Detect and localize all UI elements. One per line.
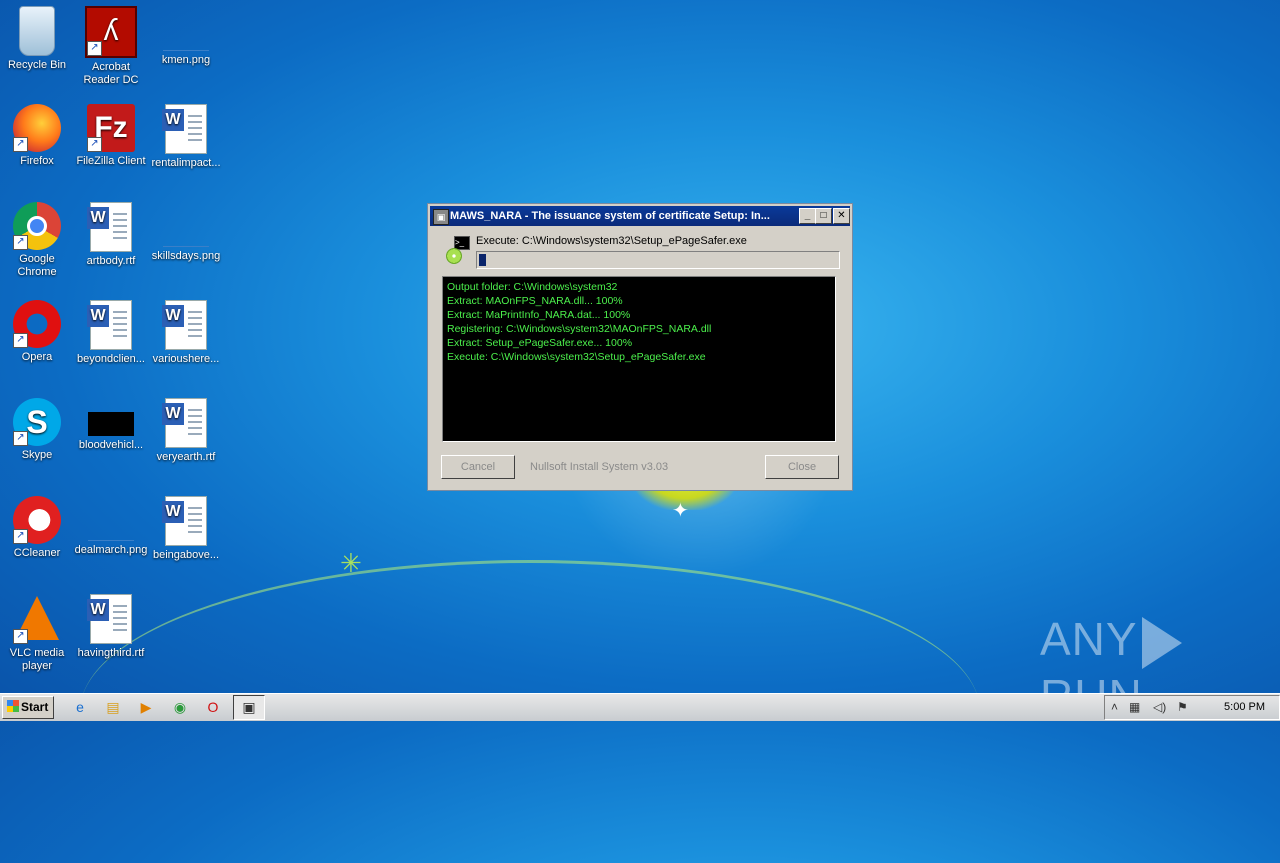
- installer-window: ▣ MAWS_NARA - The issuance system of cer…: [427, 203, 853, 491]
- chrome-taskbar-icon[interactable]: ◉: [171, 698, 189, 716]
- installer-app-icon[interactable]: ▣: [433, 209, 449, 225]
- internet-explorer-icon[interactable]: e: [71, 698, 89, 716]
- shortcut-arrow-icon: ↗: [87, 137, 102, 152]
- shortcut-arrow-icon: ↗: [13, 431, 28, 446]
- image-file-icon: [88, 510, 134, 541]
- shortcut-arrow-icon: ↗: [87, 41, 102, 56]
- filezilla-icon: Fz ↗: [87, 104, 135, 152]
- chrome-icon: ↗: [13, 202, 61, 250]
- desktop-icon-chrome[interactable]: ↗ Google Chrome: [0, 202, 74, 279]
- word-document-icon: W: [87, 202, 132, 252]
- desktop-icon-bloodvehicl[interactable]: bloodvehicl...: [74, 398, 148, 452]
- shortcut-arrow-icon: ↗: [13, 137, 28, 152]
- wallpaper-leaf: ✳: [340, 548, 362, 578]
- action-center-flag-icon[interactable]: ⚑: [1177, 700, 1188, 714]
- window-title: MAWS_NARA - The issuance system of certi…: [450, 210, 770, 222]
- word-document-icon: W: [87, 300, 132, 350]
- close-button[interactable]: Close: [765, 455, 839, 479]
- desktop-icon-artbody[interactable]: W artbody.rtf: [74, 202, 148, 268]
- log-line: Output folder: C:\Windows\system32: [447, 281, 618, 293]
- log-line: Extract: MaPrintInfo_NARA.dat... 100%: [447, 309, 631, 321]
- opera-icon: ↗: [13, 300, 61, 348]
- play-icon: [1141, 616, 1182, 669]
- desktop-icon-vlc[interactable]: ↗ VLC media player: [0, 594, 74, 673]
- file-thumbnail-icon: [88, 412, 134, 436]
- progress-fill: [479, 254, 486, 266]
- wallpaper-sparkle: ✦: [672, 500, 689, 522]
- desktop-icon-veryearth[interactable]: W veryearth.rtf: [149, 398, 223, 464]
- network-icon[interactable]: ▦: [1129, 700, 1140, 714]
- desktop-icon-acrobat[interactable]: ʎ ↗ Acrobat Reader DC: [74, 6, 148, 87]
- installer-taskbar-button[interactable]: ▣: [233, 695, 265, 720]
- show-hidden-icons-icon[interactable]: ˄: [1111, 700, 1118, 714]
- word-document-icon: W: [162, 300, 207, 350]
- desktop-icon-filezilla[interactable]: Fz ↗ FileZilla Client: [74, 104, 148, 168]
- desktop-icon-rentalimpact[interactable]: W rentalimpact...: [149, 104, 223, 170]
- shortcut-arrow-icon: ↗: [13, 629, 28, 644]
- desktop-icon-ccleaner[interactable]: ↗ CCleaner: [0, 496, 74, 560]
- log-line: Registering: C:\Windows\system32\MAOnFPS…: [447, 323, 712, 335]
- word-document-icon: W: [162, 496, 207, 546]
- close-window-button[interactable]: ✕: [833, 208, 850, 224]
- cancel-button[interactable]: Cancel: [441, 455, 515, 479]
- acrobat-icon: ʎ ↗: [85, 6, 137, 58]
- install-log[interactable]: Output folder: C:\Windows\system32 Extrac…: [442, 276, 836, 442]
- nsis-branding: Nullsoft Install System v3.03: [530, 461, 669, 473]
- start-button[interactable]: Start: [2, 696, 54, 719]
- watermark-left-text: ANY: [1040, 613, 1138, 665]
- log-line: Execute: C:\Windows\system32\Setup_ePage…: [447, 351, 706, 363]
- desktop-icon-beyondclien[interactable]: W beyondclien...: [74, 300, 148, 366]
- desktop-icon-varioushere[interactable]: W varioushere...: [149, 300, 223, 366]
- firefox-icon: ↗: [13, 104, 61, 152]
- desktop-icon-kmen-png[interactable]: kmen.png: [149, 6, 223, 67]
- file-explorer-icon[interactable]: ▤: [104, 698, 122, 716]
- log-line: Extract: MAOnFPS_NARA.dll... 100%: [447, 295, 623, 307]
- skype-icon: S ↗: [13, 398, 61, 446]
- desktop-icon-skillsdays[interactable]: skillsdays.png: [149, 202, 223, 263]
- minimize-button[interactable]: _: [799, 208, 816, 224]
- taskbar: Start e ▤ ▶ ◉ O ▣ ˄ ▦ ◁) ⚑ 5:00 PM: [0, 693, 1280, 721]
- shortcut-arrow-icon: ↗: [13, 529, 28, 544]
- word-document-icon: W: [162, 104, 207, 154]
- desktop-icon-dealmarch[interactable]: dealmarch.png: [74, 496, 148, 557]
- vlc-icon: ↗: [13, 594, 61, 644]
- installer-cd-icon: >_: [444, 236, 472, 264]
- system-tray: ˄ ▦ ◁) ⚑ 5:00 PM: [1104, 695, 1280, 720]
- desktop-icon-firefox[interactable]: ↗ Firefox: [0, 104, 74, 168]
- image-file-icon: [163, 20, 209, 51]
- maximize-button[interactable]: □: [815, 208, 832, 224]
- desktop-icon-skype[interactable]: S ↗ Skype: [0, 398, 74, 462]
- install-progress-bar: [476, 251, 840, 269]
- desktop-icon-recycle-bin[interactable]: Recycle Bin: [0, 6, 74, 72]
- opera-taskbar-icon[interactable]: O: [204, 698, 222, 716]
- image-file-icon: [163, 216, 209, 247]
- shortcut-arrow-icon: ↗: [13, 333, 28, 348]
- clock[interactable]: 5:00 PM: [1224, 701, 1265, 713]
- desktop-icon-beingabove[interactable]: W beingabove...: [149, 496, 223, 562]
- word-document-icon: W: [162, 398, 207, 448]
- execute-status-text: Execute: C:\Windows\system32\Setup_ePage…: [476, 235, 747, 247]
- installer-taskbar-icon: ▣: [242, 699, 256, 715]
- word-document-icon: W: [87, 594, 132, 644]
- media-player-icon[interactable]: ▶: [137, 698, 155, 716]
- shortcut-arrow-icon: ↗: [13, 235, 28, 250]
- recycle-bin-icon: [19, 6, 55, 56]
- log-line: Extract: Setup_ePageSafer.exe... 100%: [447, 337, 633, 349]
- desktop-icon-opera[interactable]: ↗ Opera: [0, 300, 74, 364]
- desktop-icon-havingthird[interactable]: W havingthird.rtf: [74, 594, 148, 660]
- ccleaner-icon: ↗: [13, 496, 61, 544]
- window-titlebar[interactable]: ▣ MAWS_NARA - The issuance system of cer…: [430, 206, 850, 226]
- windows-logo-icon: [7, 700, 19, 712]
- volume-icon[interactable]: ◁): [1153, 700, 1166, 714]
